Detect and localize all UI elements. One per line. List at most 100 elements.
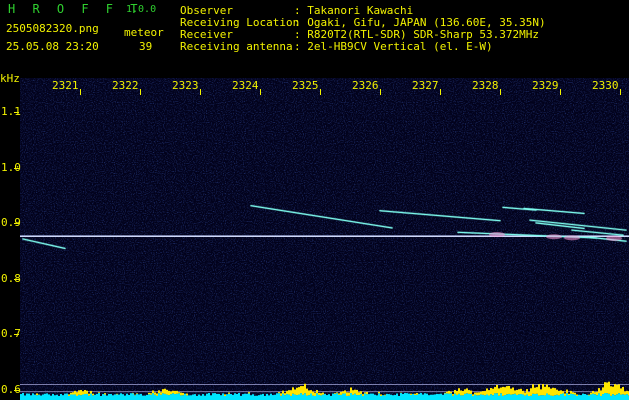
noise-floor-bar [440, 393, 442, 400]
noise-peak-bar [454, 390, 456, 394]
noise-floor-bar [130, 393, 132, 400]
noise-floor-bar [550, 395, 552, 400]
antenna-value: : 2el-HB9CV Vertical (el. E-W) [294, 40, 493, 53]
noise-floor-bar [622, 394, 624, 400]
file-datetime: 25.05.08 23:20 [6, 40, 99, 53]
noise-floor-bar [470, 393, 472, 400]
x-tick-mark [140, 89, 141, 95]
noise-floor-bar [214, 393, 216, 400]
noise-floor-bar [274, 394, 276, 400]
noise-peak-bar [612, 386, 614, 395]
noise-peak-bar [536, 387, 538, 394]
noise-peak-bar [488, 390, 490, 396]
noise-peak-bar [286, 390, 288, 395]
spectrogram-canvas [20, 78, 629, 400]
noise-peak-bar [312, 391, 314, 396]
noise-floor-bar [384, 395, 386, 400]
noise-floor-bar [352, 394, 354, 400]
noise-floor-bar [46, 393, 48, 400]
noise-peak-bar [540, 389, 542, 396]
noise-floor-bar [290, 395, 292, 400]
meteor-burst [564, 235, 580, 241]
noise-floor-bar [466, 393, 468, 400]
noise-peak-bar [288, 390, 290, 395]
noise-peak-bar [352, 390, 354, 395]
noise-peak-bar [548, 387, 550, 395]
noise-floor-bar [224, 395, 226, 400]
noise-floor-bar [282, 393, 284, 400]
noise-peak-bar [82, 391, 84, 395]
noise-floor-bar [142, 395, 144, 400]
noise-floor-bar [590, 394, 592, 400]
noise-peak-bar [494, 387, 496, 394]
noise-floor-bar [582, 393, 584, 400]
noise-peak-bar [356, 389, 358, 396]
noise-floor-bar [578, 394, 580, 400]
noise-floor-bar [380, 395, 382, 400]
noise-peak-bar [524, 392, 526, 396]
noise-floor-bar [38, 394, 40, 400]
noise-floor-bar [434, 394, 436, 400]
noise-peak-bar [380, 394, 382, 396]
noise-floor-bar [478, 395, 480, 400]
noise-floor-bar [612, 394, 614, 400]
noise-peak-bar [346, 392, 348, 396]
meteor-label: meteor [124, 26, 164, 39]
noise-floor-bar [268, 395, 270, 400]
noise-floor-bar [402, 393, 404, 400]
noise-peak-bar [98, 392, 100, 394]
noise-peak-bar [116, 393, 118, 395]
noise-floor-bar [88, 395, 90, 400]
noise-peak-bar [322, 392, 324, 395]
noise-peak-bar [68, 394, 70, 396]
noise-floor-bar [562, 393, 564, 400]
noise-floor-bar [242, 394, 244, 400]
noise-floor-bar [62, 395, 64, 400]
noise-peak-bar [448, 390, 450, 394]
noise-peak-bar [552, 387, 554, 396]
noise-floor-bar [616, 394, 618, 400]
noise-peak-bar [554, 388, 556, 396]
noise-floor-bar [54, 395, 56, 400]
noise-peak-bar [588, 394, 590, 396]
noise-floor-bar [396, 393, 398, 400]
noise-floor-bar [116, 394, 118, 400]
y-tick-mark [14, 168, 19, 169]
x-tick-mark [500, 89, 501, 95]
x-tick-mark [620, 89, 621, 95]
noise-floor-bar [350, 393, 352, 400]
noise-floor-bar [532, 393, 534, 400]
noise-floor-bar [192, 394, 194, 400]
noise-peak-bar [186, 393, 188, 396]
noise-floor-bar [338, 394, 340, 400]
noise-floor-bar [428, 395, 430, 400]
noise-floor-bar [264, 395, 266, 400]
noise-floor-bar [386, 393, 388, 400]
noise-peak-bar [506, 386, 508, 395]
noise-floor-bar [114, 394, 116, 400]
noise-floor-bar [476, 395, 478, 400]
noise-floor-bar [148, 394, 150, 400]
noise-floor-bar [220, 395, 222, 400]
noise-peak-bar [104, 393, 106, 395]
noise-peak-bar [522, 390, 524, 395]
noise-floor-bar [520, 394, 522, 400]
noise-floor-bar [48, 394, 50, 400]
noise-floor-bar [362, 395, 364, 400]
noise-floor-bar [316, 393, 318, 400]
noise-floor-bar [104, 394, 106, 400]
noise-peak-bar [160, 392, 162, 395]
noise-peak-bar [92, 393, 94, 396]
x-tick-mark [260, 89, 261, 95]
noise-floor-bar [84, 393, 86, 400]
noise-floor-bar [74, 394, 76, 400]
noise-peak-bar [572, 392, 574, 395]
noise-floor-bar [382, 395, 384, 400]
noise-peak-bar [410, 393, 412, 395]
noise-peak-bar [228, 392, 230, 394]
noise-floor-bar [208, 393, 210, 400]
noise-floor-bar [426, 393, 428, 400]
noise-floor-bar [94, 394, 96, 400]
noise-peak-bar [354, 389, 356, 394]
noise-floor-bar [228, 393, 230, 400]
